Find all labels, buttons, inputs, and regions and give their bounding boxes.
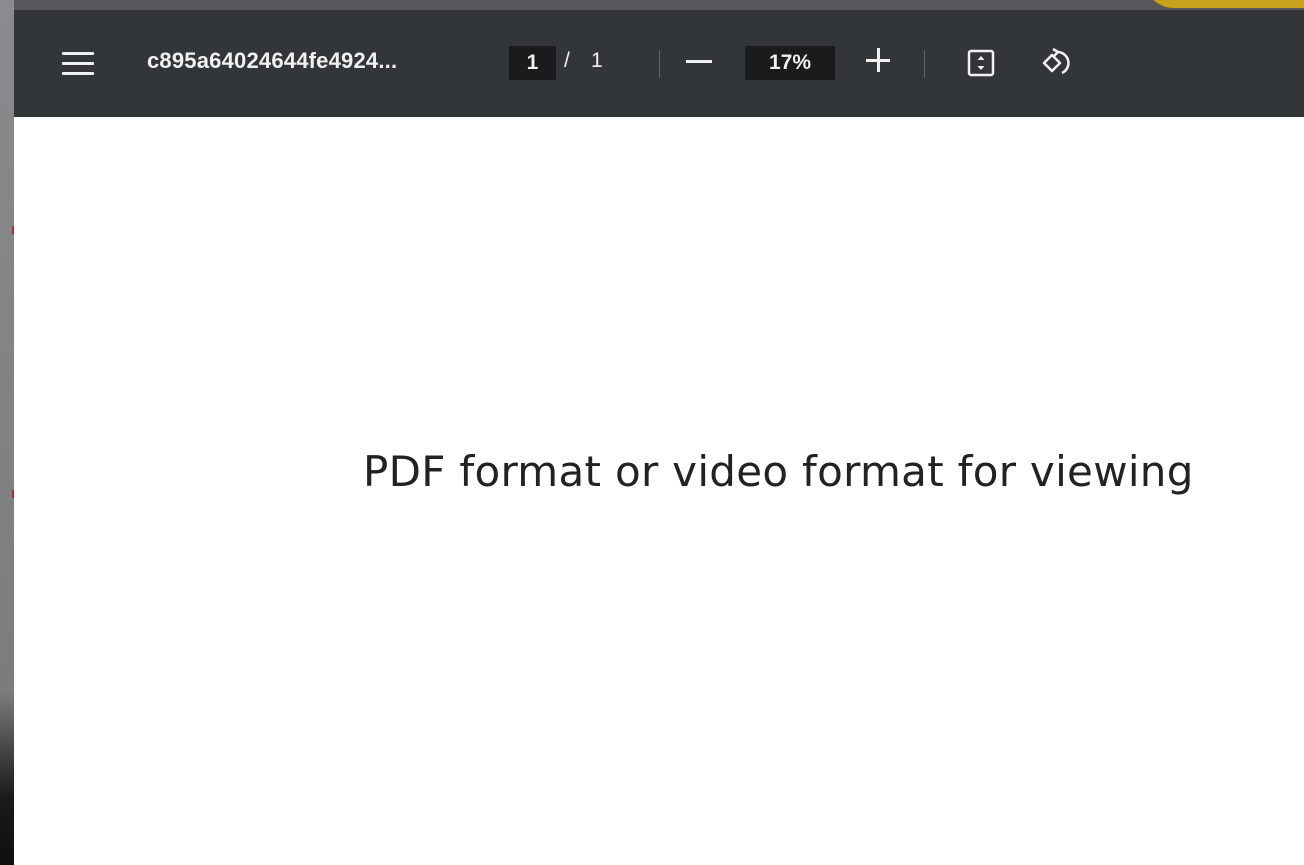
total-pages: 1 [591, 49, 603, 72]
page-body-text: PDF format or video format for viewing [363, 447, 1194, 496]
rotate-icon[interactable] [1040, 47, 1074, 79]
zoom-level-input[interactable]: 17% [745, 46, 835, 80]
toolbar-divider [924, 50, 925, 78]
window-top-edge [0, 0, 1304, 10]
pdf-viewer-window: c895a64024644fe4924... 1 / 1 17% PDF for… [0, 0, 1304, 865]
current-page-input[interactable]: 1 [509, 46, 556, 80]
page-separator: / [564, 49, 570, 72]
fit-to-page-icon[interactable] [967, 49, 995, 77]
minus-icon[interactable] [686, 60, 712, 63]
pdf-page: PDF format or video format for viewing [14, 117, 1304, 865]
toolbar-divider [659, 50, 660, 78]
file-title: c895a64024644fe4924... [147, 48, 398, 73]
hamburger-menu-icon[interactable] [62, 52, 96, 76]
plus-icon[interactable] [866, 48, 890, 72]
pdf-toolbar: c895a64024644fe4924... 1 / 1 17% [14, 10, 1304, 117]
background-accent-shape [1144, 0, 1304, 8]
window-left-edge [0, 0, 14, 865]
